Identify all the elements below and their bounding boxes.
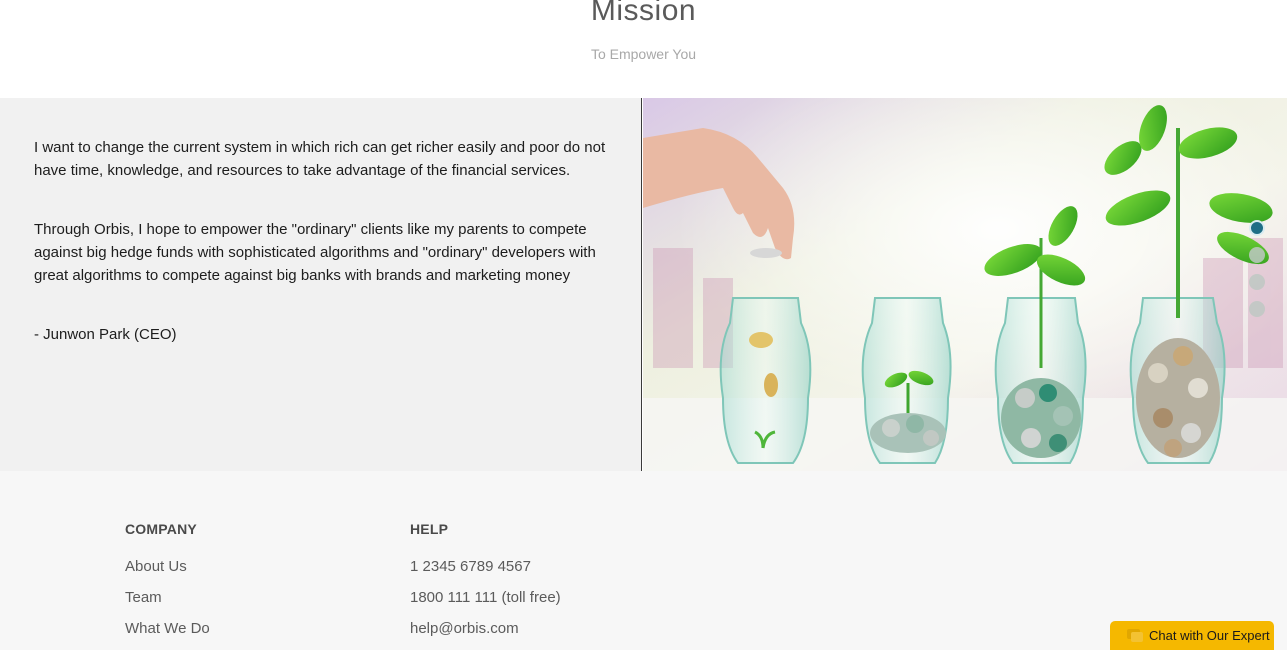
mission-header: Mission To Empower You [0, 0, 1287, 98]
carousel-dot-4[interactable] [1249, 301, 1265, 317]
chat-with-expert-button[interactable]: Chat with Our Expert [1110, 621, 1274, 650]
footer-help-tollfree[interactable]: 1800 111 111 (toll free) [410, 582, 561, 613]
quote-paragraph-1: I want to change the current system in w… [34, 139, 606, 179]
footer-help-column: HELP 1 2345 6789 4567 1800 111 111 (toll… [410, 521, 561, 644]
quote-signature: - Junwon Park (CEO) [34, 326, 177, 343]
carousel-dots [1249, 220, 1265, 317]
chat-bubbles-icon [1127, 628, 1143, 643]
coins-jars-plants-image [643, 98, 1287, 471]
carousel-dot-2[interactable] [1249, 247, 1265, 263]
mission-content: I want to change the current system in w… [0, 98, 1287, 471]
carousel-dot-3[interactable] [1249, 274, 1265, 290]
footer-help-title: HELP [410, 521, 449, 537]
chat-button-label: Chat with Our Expert [1149, 628, 1270, 643]
quote-paragraph-2: Through Orbis, I hope to empower the "or… [34, 221, 596, 284]
mission-title: Mission [590, 0, 697, 27]
footer-link-what-we-do[interactable]: What We Do [125, 613, 210, 644]
page: Mission To Empower You I want to change … [0, 0, 1287, 650]
footer-help-phone[interactable]: 1 2345 6789 4567 [410, 551, 561, 582]
mission-subtitle: To Empower You [590, 46, 697, 62]
footer-link-about-us[interactable]: About Us [125, 551, 210, 582]
image-carousel [643, 98, 1287, 471]
footer-help-email[interactable]: help@orbis.com [410, 613, 561, 644]
footer-company-title: COMPANY [125, 521, 197, 537]
ceo-quote-panel: I want to change the current system in w… [0, 98, 642, 471]
footer-company-column: COMPANY About Us Team What We Do [125, 521, 210, 644]
footer: COMPANY About Us Team What We Do HELP 1 … [0, 471, 1287, 650]
carousel-dot-1[interactable] [1249, 220, 1265, 236]
footer-link-team[interactable]: Team [125, 582, 210, 613]
